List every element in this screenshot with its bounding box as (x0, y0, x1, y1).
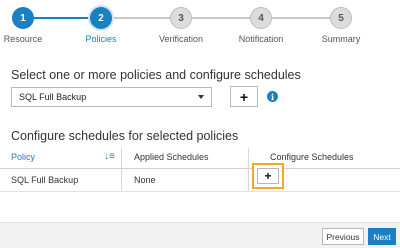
step-connector (109, 17, 171, 19)
policy-select-value: SQL Full Backup (19, 92, 87, 102)
column-header-policy[interactable]: Policy (11, 152, 35, 162)
step-2-label: Policies (85, 34, 117, 44)
step-5-circle: 5 (330, 7, 352, 29)
sort-icon[interactable]: ↓≡ (104, 151, 115, 162)
select-policies-heading: Select one or more policies and configur… (11, 68, 301, 82)
info-icon[interactable]: i (267, 91, 278, 102)
step-4-circle: 4 (250, 7, 272, 29)
row-applied-schedules: None (134, 175, 156, 185)
step-3-label: Verification (158, 34, 204, 44)
step-3-circle: 3 (170, 7, 192, 29)
table-header: Policy ↓≡ Applied Schedules Configure Sc… (0, 148, 400, 169)
step-connector (23, 17, 99, 19)
step-connector (191, 17, 251, 19)
previous-button[interactable]: Previous (322, 228, 364, 245)
step-2-circle[interactable]: 2 (90, 7, 112, 29)
step-4-label: Notification (238, 34, 284, 44)
step-connector (271, 17, 331, 19)
configure-schedules-heading: Configure schedules for selected policie… (11, 129, 239, 143)
add-policy-button[interactable]: + (230, 86, 258, 107)
step-1-label: Resource (3, 34, 43, 44)
next-button[interactable]: Next (368, 228, 396, 245)
column-header-applied-schedules: Applied Schedules (134, 152, 209, 162)
wizard-footer: Previous Next (0, 222, 400, 248)
chevron-down-icon (198, 95, 204, 99)
step-1-circle[interactable]: 1 (12, 7, 34, 29)
column-header-configure-schedules: Configure Schedules (270, 152, 354, 162)
policy-select[interactable]: SQL Full Backup (11, 87, 212, 107)
add-schedule-button[interactable]: + (257, 168, 279, 184)
row-policy-name: SQL Full Backup (11, 175, 79, 185)
table-row: SQL Full Backup None (0, 169, 400, 192)
configure-schedule-button[interactable]: + (252, 163, 284, 189)
wizard-stepper: 1 2 3 4 5 Resource Policies Verification… (0, 0, 400, 50)
step-5-label: Summary (321, 34, 361, 44)
